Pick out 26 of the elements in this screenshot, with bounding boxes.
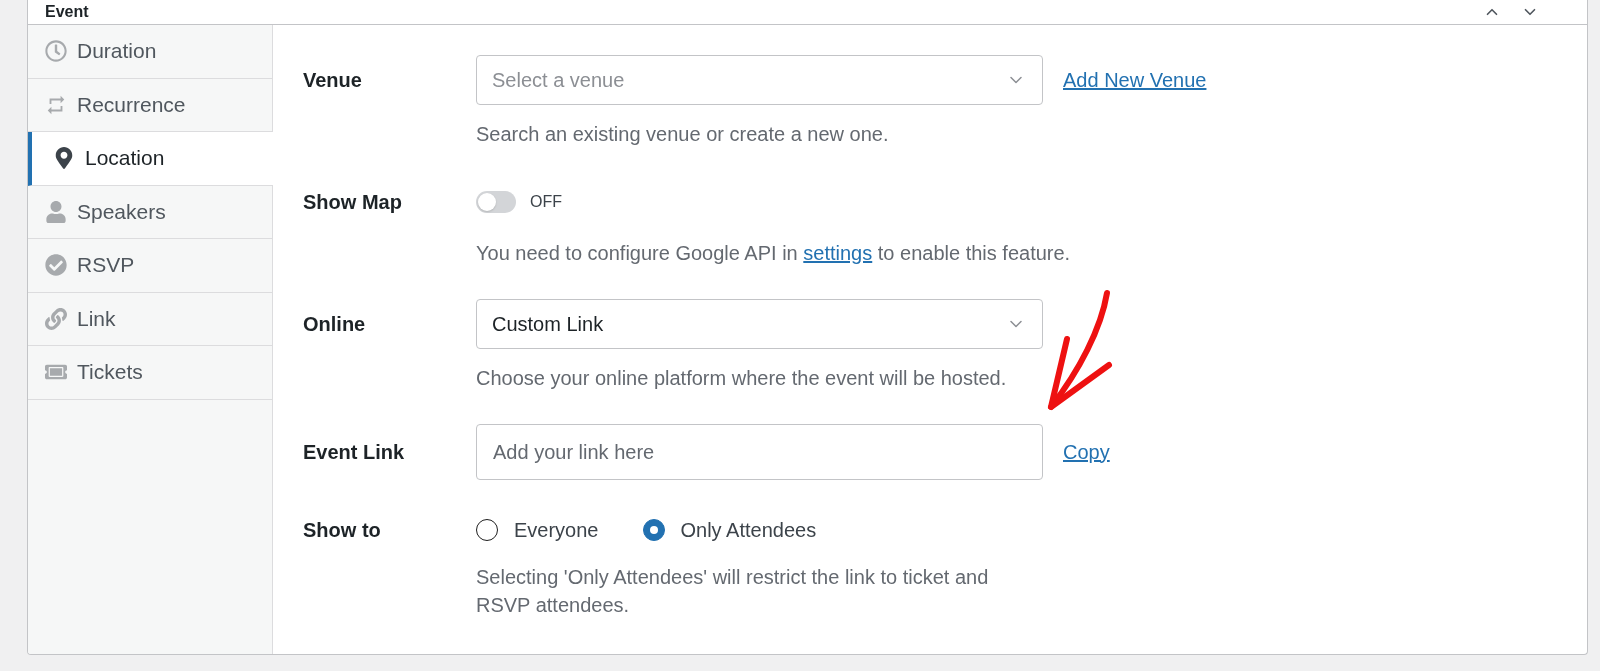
copy-link[interactable]: Copy	[1063, 440, 1110, 464]
sidebar-tab[interactable]: Location	[28, 132, 273, 186]
dropdown-field[interactable]: Custom Link	[476, 299, 1043, 349]
toggle-state-label: OFF	[530, 193, 562, 211]
field-label: Online	[303, 312, 366, 336]
field-label: Venue	[303, 68, 362, 92]
field-label: Show Map	[303, 190, 402, 214]
field-description: Selecting 'Only Attendees' will restrict the link to ticket and RSVP attendees.	[476, 565, 990, 618]
clock-icon	[45, 40, 67, 63]
field-description: You need to configure Google API in settings to enable this feature.	[476, 241, 1072, 266]
add-link[interactable]: Add New Venue	[1063, 68, 1207, 92]
radio-label: Only Attendees	[680, 518, 817, 542]
field-label: Event Link	[303, 440, 405, 464]
map-pin-icon	[53, 147, 75, 170]
field-description: Search an existing venue or create a new one.	[476, 122, 890, 147]
radio-button[interactable]	[642, 519, 665, 541]
link-icon	[45, 307, 67, 330]
panel-title: Event	[45, 2, 89, 22]
settings-link[interactable]: settings	[803, 242, 873, 264]
field-label: Show to	[303, 518, 381, 542]
radio-label: Everyone	[514, 518, 599, 542]
radio-button[interactable]	[476, 519, 498, 541]
field-description: Choose your online platform where the event will be hosted.	[476, 366, 1008, 391]
person-icon	[45, 200, 67, 223]
link-input[interactable]: Add your link here	[476, 424, 1043, 480]
toggle-switch[interactable]	[476, 191, 516, 213]
